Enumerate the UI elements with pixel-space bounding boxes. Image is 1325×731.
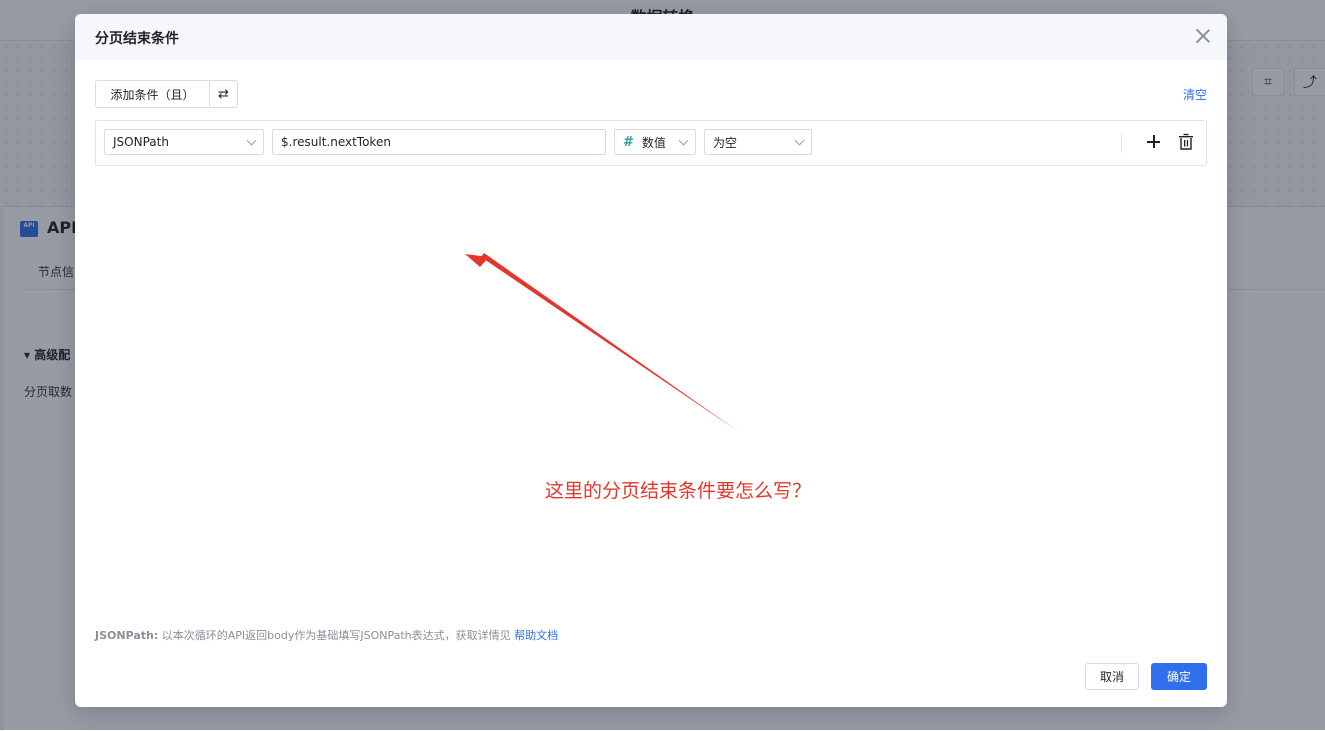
row-divider: [1121, 133, 1122, 153]
condition-type-value: JSONPath: [113, 135, 169, 149]
dialog-title: 分页结束条件: [95, 31, 179, 47]
value-type-select[interactable]: # 数值: [614, 129, 696, 155]
chevron-down-icon: [246, 135, 257, 146]
jsonpath-input-value: $.result.nextToken: [281, 135, 391, 149]
pagination-end-condition-dialog: 分页结束条件 添加条件（且） ⇄ 清空 JSONPath $.result.ne…: [75, 14, 1227, 707]
cancel-button[interactable]: 取消: [1085, 663, 1139, 690]
confirm-button[interactable]: 确定: [1151, 663, 1207, 690]
swap-logic-button[interactable]: ⇄: [210, 81, 237, 107]
number-type-icon: #: [623, 134, 634, 150]
annotation-text: 这里的分页结束条件要怎么写？: [545, 480, 812, 502]
jsonpath-input[interactable]: $.result.nextToken: [272, 129, 606, 155]
condition-row: JSONPath $.result.nextToken # 数值 为空: [95, 120, 1207, 166]
add-row-icon[interactable]: [1146, 133, 1162, 151]
annotation-arrow: [465, 253, 739, 432]
help-doc-link[interactable]: 帮助文档: [514, 629, 558, 642]
clear-button[interactable]: 清空: [1183, 86, 1207, 103]
chevron-down-icon: [678, 135, 689, 146]
chevron-down-icon: [794, 135, 805, 146]
dialog-header: 分页结束条件: [75, 14, 1227, 60]
hint-text: 以本次循环的API返回body作为基础填写JSONPath表达式，获取详情见: [158, 629, 515, 642]
operator-select[interactable]: 为空: [704, 129, 812, 155]
close-icon[interactable]: [1193, 26, 1213, 46]
delete-row-icon[interactable]: [1178, 133, 1194, 151]
operator-value: 为空: [713, 135, 738, 150]
jsonpath-hint: JSONPath: 以本次循环的API返回body作为基础填写JSONPath表…: [95, 627, 558, 643]
add-condition-group: 添加条件（且） ⇄: [95, 80, 238, 108]
value-type-value: 数值: [641, 135, 666, 150]
condition-type-select[interactable]: JSONPath: [104, 129, 264, 155]
hint-prefix: JSONPath:: [95, 629, 159, 642]
add-condition-button[interactable]: 添加条件（且）: [96, 81, 210, 107]
